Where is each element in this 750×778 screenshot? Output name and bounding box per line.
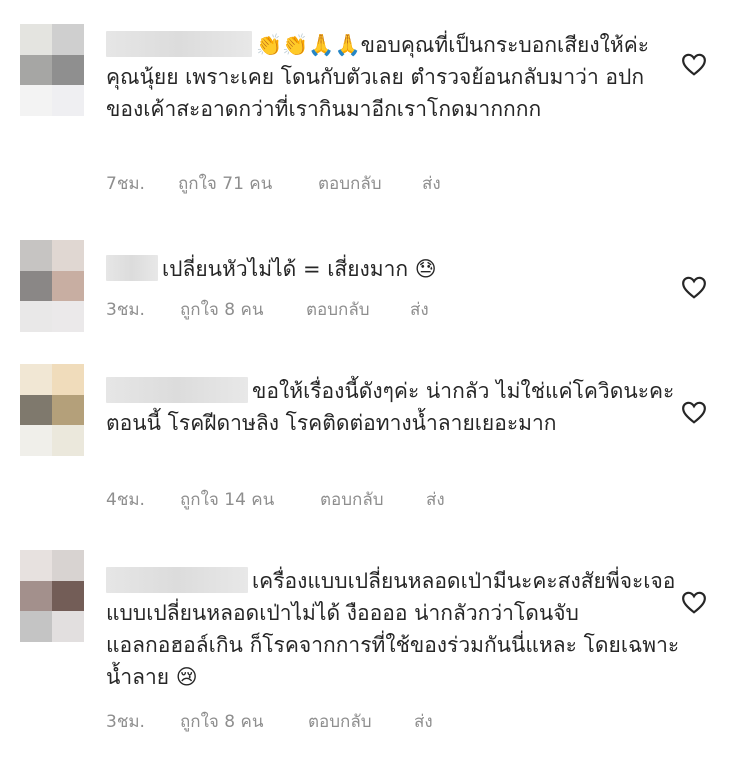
like-heart-icon[interactable]: [681, 400, 707, 424]
avatar[interactable]: [20, 24, 84, 116]
reply-button[interactable]: ตอบกลับ: [318, 170, 422, 197]
comment-meta: 7ชม. ถูกใจ 71 คน ตอบกลับ ส่ง: [106, 170, 441, 197]
comment-text: เปลี่ยนหัวไม่ได้ = เสี่ยงมาก 😓: [162, 257, 437, 281]
like-heart-icon[interactable]: [681, 275, 707, 299]
send-button[interactable]: ส่ง: [414, 708, 433, 735]
like-heart-icon[interactable]: [681, 590, 707, 614]
send-button[interactable]: ส่ง: [426, 486, 445, 513]
username-redacted[interactable]: [106, 31, 252, 57]
send-button[interactable]: ส่ง: [422, 170, 441, 197]
comment-time: 3ชม.: [106, 300, 145, 320]
reply-button[interactable]: ตอบกลับ: [320, 486, 426, 513]
avatar[interactable]: [20, 550, 84, 642]
comment-body: เครื่องแบบเปลี่ยนหลอดเป่ามีนะคะสงสัยพี่จ…: [106, 565, 680, 693]
likes-count[interactable]: ถูกใจ 14 คน: [180, 486, 320, 513]
comment-time: 7ชม.: [106, 174, 145, 194]
comment-body: ขอให้เรื่องนี้ดังๆค่ะ น่ากลัว ไม่ใช่แค่โ…: [106, 375, 680, 439]
send-button[interactable]: ส่ง: [410, 296, 429, 323]
likes-count[interactable]: ถูกใจ 8 คน: [180, 708, 308, 735]
comment-meta: 3ชม. ถูกใจ 8 คน ตอบกลับ ส่ง: [106, 296, 429, 323]
comment-meta: 4ชม. ถูกใจ 14 คน ตอบกลับ ส่ง: [106, 486, 445, 513]
likes-count[interactable]: ถูกใจ 8 คน: [180, 296, 306, 323]
avatar[interactable]: [20, 240, 84, 332]
username-redacted[interactable]: [106, 255, 158, 281]
username-redacted[interactable]: [106, 567, 248, 593]
comment-time: 3ชม.: [106, 712, 145, 732]
reply-button[interactable]: ตอบกลับ: [308, 708, 414, 735]
reply-button[interactable]: ตอบกลับ: [306, 296, 410, 323]
username-redacted[interactable]: [106, 377, 248, 403]
comment-body: 👏👏🙏🙏ขอบคุณที่เป็นกระบอกเสียงให้ค่ะคุณนุ้…: [106, 29, 680, 125]
like-heart-icon[interactable]: [681, 52, 707, 76]
likes-count[interactable]: ถูกใจ 71 คน: [178, 170, 318, 197]
comment-time: 4ชม.: [106, 490, 145, 510]
avatar[interactable]: [20, 364, 84, 456]
comment-body: เปลี่ยนหัวไม่ได้ = เสี่ยงมาก 😓: [106, 253, 680, 285]
comment-meta: 3ชม. ถูกใจ 8 คน ตอบกลับ ส่ง: [106, 708, 433, 735]
